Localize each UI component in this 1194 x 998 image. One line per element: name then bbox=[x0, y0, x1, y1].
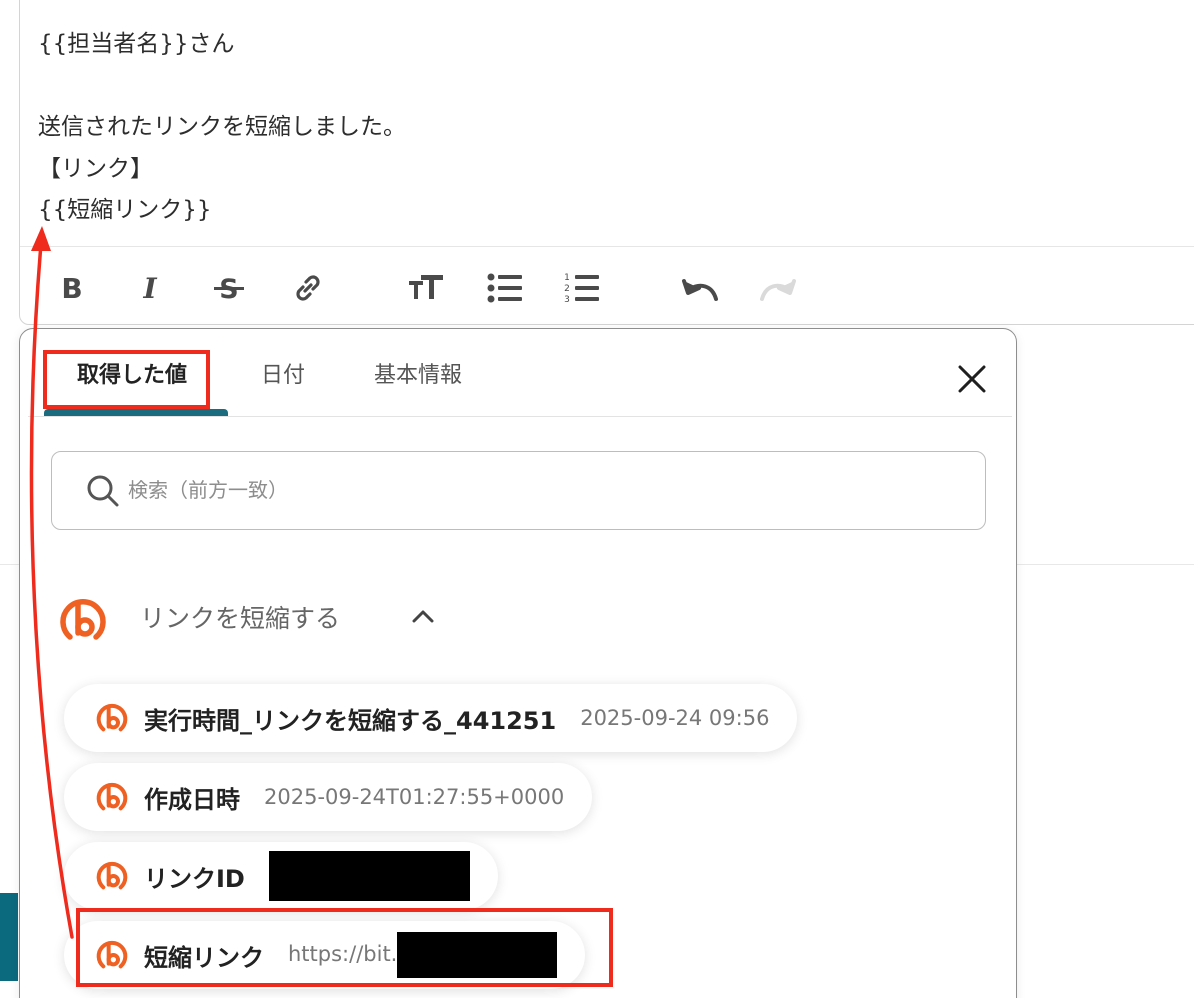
search-icon bbox=[87, 475, 119, 507]
undo-button[interactable] bbox=[678, 266, 722, 310]
chip-label: 実行時間_リンクを短縮する_441251 bbox=[144, 706, 557, 735]
bulleted-list-icon bbox=[487, 273, 522, 303]
tab-divider bbox=[28, 416, 1012, 417]
editor-line: {{短縮リンク}} bbox=[38, 197, 212, 223]
numbered-list-button[interactable]: 1 2 3 bbox=[560, 266, 604, 310]
background-button-edge bbox=[0, 893, 18, 981]
highlight-box bbox=[43, 350, 210, 409]
variable-chip[interactable]: リンクID bbox=[64, 842, 498, 910]
group-header-shorten-link[interactable]: リンクを短縮する bbox=[56, 591, 456, 647]
variable-chip[interactable]: 作成日時 2025-09-24T01:27:55+0000 bbox=[64, 763, 593, 831]
background-divider bbox=[1016, 564, 1194, 565]
strikethrough-button[interactable]: S bbox=[207, 266, 251, 310]
chip-value: 2025-09-24T01:27:55+0000 bbox=[264, 785, 565, 809]
svg-text:2: 2 bbox=[564, 284, 570, 294]
text-size-button[interactable] bbox=[404, 266, 448, 310]
redo-button[interactable] bbox=[756, 266, 800, 310]
search-box[interactable] bbox=[51, 451, 986, 530]
editor-line: 【リンク】 bbox=[38, 155, 153, 182]
bitly-logo-icon bbox=[94, 858, 130, 894]
background-divider bbox=[0, 564, 19, 565]
italic-button[interactable]: I bbox=[128, 266, 172, 310]
editor-body[interactable]: {{担当者名}}さん 送信されたリンクを短縮しました。 【リンク】 {{短縮リン… bbox=[38, 24, 406, 232]
bulleted-list-button[interactable] bbox=[483, 266, 527, 310]
chip-label: 作成日時 bbox=[144, 785, 240, 814]
editor-line: {{担当者名}}さん bbox=[38, 31, 235, 57]
link-icon bbox=[296, 275, 320, 301]
link-button[interactable] bbox=[286, 266, 330, 310]
redo-icon bbox=[760, 279, 796, 301]
close-button[interactable] bbox=[950, 357, 994, 401]
search-input[interactable] bbox=[128, 470, 948, 510]
variable-picker-panel: 取得した値 日付 基本情報 リンクを短縮する bbox=[19, 328, 1017, 998]
chip-label: リンクID bbox=[144, 864, 245, 893]
numbered-list-icon: 1 2 3 bbox=[564, 273, 599, 304]
italic-icon: I bbox=[142, 273, 157, 303]
chevron-up-icon[interactable] bbox=[412, 609, 434, 623]
bitly-logo-icon bbox=[94, 779, 130, 815]
tab-date[interactable]: 日付 bbox=[261, 359, 305, 393]
bold-button[interactable]: B bbox=[50, 266, 94, 310]
toolbar-divider bbox=[20, 246, 1194, 247]
screen: {{担当者名}}さん 送信されたリンクを短縮しました。 【リンク】 {{短縮リン… bbox=[0, 0, 1194, 998]
text-size-icon bbox=[409, 275, 443, 299]
bitly-logo-icon bbox=[60, 599, 106, 640]
undo-icon bbox=[682, 279, 718, 301]
variable-chip[interactable]: 実行時間_リンクを短縮する_441251 2025-09-24 09:56 bbox=[64, 684, 798, 752]
bitly-logo-icon bbox=[94, 700, 130, 736]
svg-text:3: 3 bbox=[564, 295, 570, 304]
redaction-block bbox=[268, 851, 470, 901]
editor-line: 送信されたリンクを短縮しました。 bbox=[38, 114, 406, 140]
svg-text:B: B bbox=[61, 273, 82, 303]
chip-value bbox=[268, 851, 470, 901]
chip-value: 2025-09-24 09:56 bbox=[580, 706, 770, 730]
svg-text:1: 1 bbox=[564, 273, 570, 283]
svg-text:I: I bbox=[142, 273, 157, 303]
group-title: リンクを短縮する bbox=[140, 604, 341, 633]
bold-icon: B bbox=[61, 273, 82, 303]
highlight-box bbox=[76, 908, 613, 987]
close-icon bbox=[958, 365, 986, 393]
tab-basic-info[interactable]: 基本情報 bbox=[374, 359, 462, 393]
strikethrough-icon: S bbox=[214, 274, 244, 303]
